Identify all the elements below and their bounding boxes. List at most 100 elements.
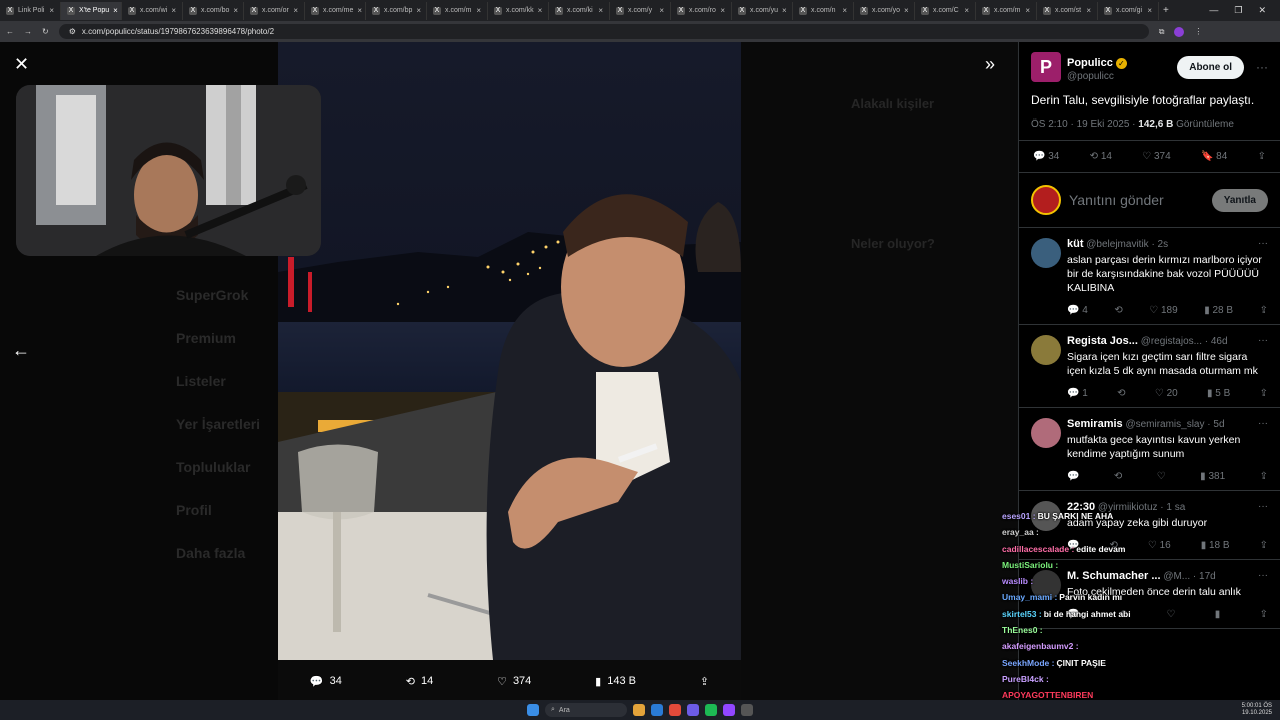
browser-tab[interactable]: Xx.com/ro ×: [671, 1, 732, 20]
browser-tab[interactable]: Xx.com/ki ×: [549, 1, 610, 20]
system-clock[interactable]: 5:00:01 ÖS 19.10.2025: [1242, 703, 1272, 717]
extensions-icon[interactable]: ⧉: [1159, 27, 1165, 37]
chat-username[interactable]: ThEnes0 :: [1002, 625, 1043, 635]
close-window-icon[interactable]: ✕: [1258, 5, 1266, 16]
browser-tab[interactable]: Xx.com/bo ×: [183, 1, 244, 20]
taskbar-search[interactable]: ⌕ Ara: [545, 703, 627, 717]
close-tab-icon[interactable]: ×: [49, 6, 54, 15]
like-stat[interactable]: ♡ 374: [1142, 151, 1170, 162]
close-tab-icon[interactable]: ×: [1025, 6, 1030, 15]
chat-username[interactable]: PureBl4ck :: [1002, 674, 1049, 684]
url-field[interactable]: ⚙ x.com/populicc/status/19798676236398964…: [58, 24, 1149, 39]
collapse-panel-icon[interactable]: »: [985, 54, 995, 75]
comment-button[interactable]: 💬 34: [310, 675, 342, 688]
browser-tab[interactable]: Xx.com/y ×: [610, 1, 671, 20]
close-tab-icon[interactable]: ×: [720, 6, 725, 15]
reply-like-button[interactable]: ♡ 189: [1149, 305, 1177, 316]
bookmark-stat[interactable]: 🔖 84: [1201, 151, 1227, 162]
spotify-icon[interactable]: [705, 704, 717, 716]
reply-retweet-icon[interactable]: ⟲: [1117, 388, 1125, 399]
views-button[interactable]: ▮ 143 B: [595, 675, 636, 688]
reply-button[interactable]: Yanıtla: [1211, 188, 1268, 212]
reply-item[interactable]: Regista Jos... @registajos... · 46d ··· Si…: [1019, 325, 1280, 408]
browser-tab[interactable]: Xx.com/kk ×: [488, 1, 549, 20]
reply-views-button[interactable]: ▮ 381: [1200, 471, 1225, 482]
close-tab-icon[interactable]: ×: [293, 6, 298, 15]
reply-stat[interactable]: 💬 34: [1033, 151, 1059, 162]
close-tab-icon[interactable]: ×: [233, 6, 238, 15]
close-viewer-icon[interactable]: ✕: [14, 54, 29, 75]
edge-icon[interactable]: [651, 704, 663, 716]
chat-username[interactable]: cadillacescalade :: [1002, 544, 1074, 554]
browser-tab[interactable]: Xx.com/gi ×: [1098, 1, 1159, 20]
reply-avatar[interactable]: [1031, 238, 1061, 268]
chrome-icon[interactable]: [669, 704, 681, 716]
close-tab-icon[interactable]: ×: [416, 6, 421, 15]
reply-like-button[interactable]: ♡ 20: [1155, 388, 1178, 399]
reply-avatar[interactable]: [1031, 418, 1061, 448]
close-tab-icon[interactable]: ×: [1086, 6, 1091, 15]
profile-icon[interactable]: [1174, 26, 1185, 37]
reply-comment-button[interactable]: 💬: [1067, 471, 1079, 482]
reply-views-button[interactable]: ▮ 28 B: [1204, 305, 1233, 316]
reply-item[interactable]: küt @belejmavitik · 2s ··· aslan parçası d…: [1019, 228, 1280, 325]
like-button[interactable]: ♡ 374: [497, 675, 531, 688]
close-tab-icon[interactable]: ×: [904, 6, 909, 15]
site-info-icon[interactable]: ⚙: [69, 27, 76, 36]
browser-tab[interactable]: Xx.com/st ×: [1037, 1, 1098, 20]
forward-icon[interactable]: →: [24, 27, 32, 36]
close-tab-icon[interactable]: ×: [171, 6, 176, 15]
reply-share-icon[interactable]: ⇪: [1260, 388, 1268, 399]
close-tab-icon[interactable]: ×: [659, 6, 664, 15]
browser-tab[interactable]: Xx.com/wi ×: [122, 1, 183, 20]
back-icon[interactable]: ←: [6, 27, 14, 36]
more-options-icon[interactable]: ···: [1258, 238, 1268, 249]
chat-username[interactable]: waslib :: [1002, 576, 1033, 586]
chat-username[interactable]: skirtel53 :: [1002, 609, 1042, 619]
reply-avatar[interactable]: [1031, 335, 1061, 365]
author-handle[interactable]: @populicc: [1067, 71, 1127, 82]
reply-share-icon[interactable]: ⇪: [1260, 305, 1268, 316]
close-tab-icon[interactable]: ×: [476, 6, 481, 15]
start-icon[interactable]: [527, 704, 539, 716]
reply-author-name[interactable]: Semiramis: [1067, 418, 1123, 430]
browser-tab[interactable]: Xx.com/yo ×: [854, 1, 915, 20]
close-tab-icon[interactable]: ×: [842, 6, 847, 15]
more-options-icon[interactable]: ···: [1256, 60, 1268, 74]
reply-views-button[interactable]: ▮ 5 B: [1207, 388, 1230, 399]
close-tab-icon[interactable]: ×: [357, 6, 362, 15]
chat-username[interactable]: SeekhMode :: [1002, 658, 1054, 668]
more-options-icon[interactable]: ···: [1258, 418, 1268, 429]
previous-photo-icon[interactable]: ←: [12, 340, 30, 361]
browser-tab[interactable]: Xx.com/C ×: [915, 1, 976, 20]
browser-tab[interactable]: Xx.com/bp ×: [366, 1, 427, 20]
reply-author-name[interactable]: küt: [1067, 238, 1084, 250]
chat-username[interactable]: APOYAGOTTENBIREN: [1002, 690, 1093, 700]
retweet-button[interactable]: ⟲ 14: [406, 675, 433, 688]
close-tab-icon[interactable]: ×: [1147, 6, 1152, 15]
reply-retweet-icon[interactable]: ⟲: [1114, 471, 1122, 482]
reply-comment-button[interactable]: 💬 4: [1067, 305, 1088, 316]
author-avatar[interactable]: P: [1031, 52, 1061, 82]
file-explorer-icon[interactable]: [633, 704, 645, 716]
app-icon[interactable]: [741, 704, 753, 716]
chat-username[interactable]: Umay_mami :: [1002, 592, 1057, 602]
close-tab-icon[interactable]: ×: [113, 6, 118, 15]
subscribe-button[interactable]: Abone ol: [1177, 55, 1244, 79]
minimize-icon[interactable]: —: [1209, 5, 1218, 16]
new-tab-icon[interactable]: +: [1163, 5, 1169, 16]
chat-username[interactable]: eray_aa :: [1002, 527, 1039, 537]
retweet-stat[interactable]: ⟲ 14: [1090, 151, 1112, 162]
browser-tab[interactable]: Xx.com/n ×: [793, 1, 854, 20]
chat-username[interactable]: eses01 :: [1002, 511, 1036, 521]
close-tab-icon[interactable]: ×: [782, 6, 787, 15]
reply-share-icon[interactable]: ⇪: [1260, 471, 1268, 482]
chat-username[interactable]: akafeigenbaumv2 :: [1002, 641, 1079, 651]
close-tab-icon[interactable]: ×: [538, 6, 543, 15]
share-icon[interactable]: ⇪: [1258, 151, 1266, 162]
menu-icon[interactable]: ⋮: [1194, 27, 1202, 36]
reply-comment-button[interactable]: 💬 1: [1067, 388, 1088, 399]
close-tab-icon[interactable]: ×: [964, 6, 969, 15]
browser-tab[interactable]: Xx.com/m ×: [976, 1, 1037, 20]
browser-tab[interactable]: Xx.com/me ×: [305, 1, 366, 20]
